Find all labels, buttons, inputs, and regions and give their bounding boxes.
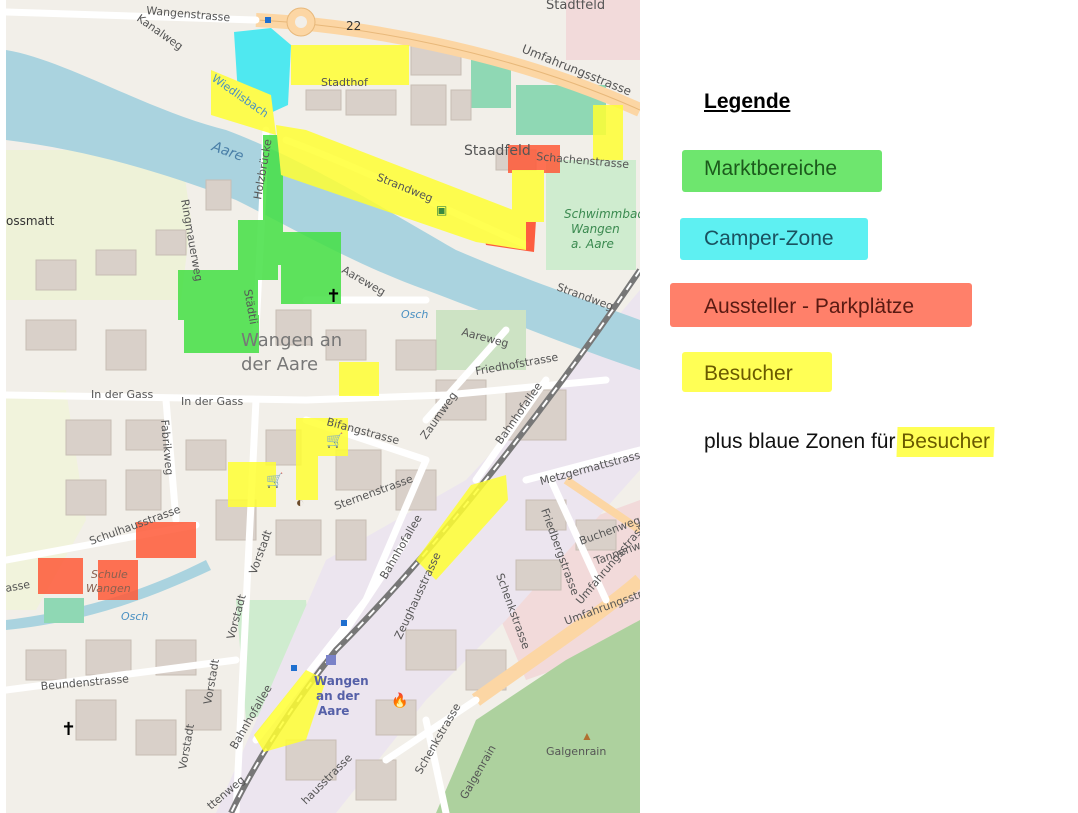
legend-title: Legende: [704, 90, 791, 113]
label-town2: der Aare: [241, 354, 318, 375]
legend-note-highlight-text: Besucher: [901, 430, 991, 453]
legend-note-highlight: Besucher: [896, 427, 995, 457]
legend-item-visitors: Besucher: [704, 362, 793, 386]
theatre-icon: ◐: [296, 494, 304, 510]
label-in-der-gass1: In der Gass: [91, 388, 153, 401]
label-schule1: Schule: [91, 568, 128, 581]
label-ossmatt: ossmatt: [6, 214, 55, 228]
label-osch2: Osch: [121, 610, 148, 623]
legend-label-camper: Camper-Zone: [704, 227, 834, 250]
fire-station-icon: 🔥: [391, 692, 408, 709]
church-icon: ✝: [326, 286, 341, 306]
label-staadfeld: Staadfeld: [464, 143, 531, 159]
label-in-der-gass2: In der Gass: [181, 395, 243, 408]
legend-label-visitors: Besucher: [704, 362, 793, 385]
label-schwimmbad-3: a. Aare: [571, 237, 614, 251]
hill-icon: ▲: [581, 729, 593, 743]
bus-stop-icon: [341, 620, 347, 626]
label-road-number: 22: [346, 19, 361, 33]
cemetery-cross-icon: ✝: [61, 719, 76, 739]
label-station2: an der: [316, 689, 360, 703]
shopping-cart-icon: 🛒: [326, 432, 343, 449]
label-schwimmbad: Schwimmbad: [564, 207, 640, 221]
legend-item-parking: Aussteller - Parkplätze: [704, 295, 914, 319]
bus-stop-icon: [291, 665, 297, 671]
label-schwimmbad-2: Wangen: [571, 222, 620, 236]
label-osch: Osch: [401, 308, 428, 321]
legend-item-market: Marktbereiche: [704, 157, 837, 181]
camping-icon: ▣: [436, 203, 447, 217]
label-schule2: Wangen: [86, 582, 131, 595]
legend-label-parking: Aussteller - Parkplätze: [704, 295, 915, 318]
legend-note-prefix: plus blaue Zonen für: [704, 430, 902, 453]
label-town1: Wangen an: [241, 330, 342, 351]
label-stadthof: Stadthof: [321, 76, 369, 89]
map-canvas: Wangenstrasse Kanalweg 22 Stadtfeld Umfa…: [6, 0, 640, 813]
legend-label-market: Marktbereiche: [704, 157, 838, 180]
bus-stop-icon: [265, 17, 271, 23]
label-stadtfeld: Stadtfeld: [546, 0, 605, 13]
label-station3: Aare: [318, 704, 349, 718]
label-station1: Wangen: [314, 674, 369, 688]
legend-note: plus blaue Zonen für Besucher: [704, 427, 995, 457]
legend-panel: Legende Marktbereiche Camper-Zone Ausste…: [660, 0, 1070, 813]
city-map[interactable]: Wangenstrasse Kanalweg 22 Stadtfeld Umfa…: [6, 0, 640, 813]
legend-item-camper: Camper-Zone: [704, 227, 834, 251]
label-galgenrain: Galgenrain: [546, 745, 606, 758]
station-icon: [326, 655, 336, 665]
shopping-cart-icon: 🛒: [266, 472, 283, 489]
